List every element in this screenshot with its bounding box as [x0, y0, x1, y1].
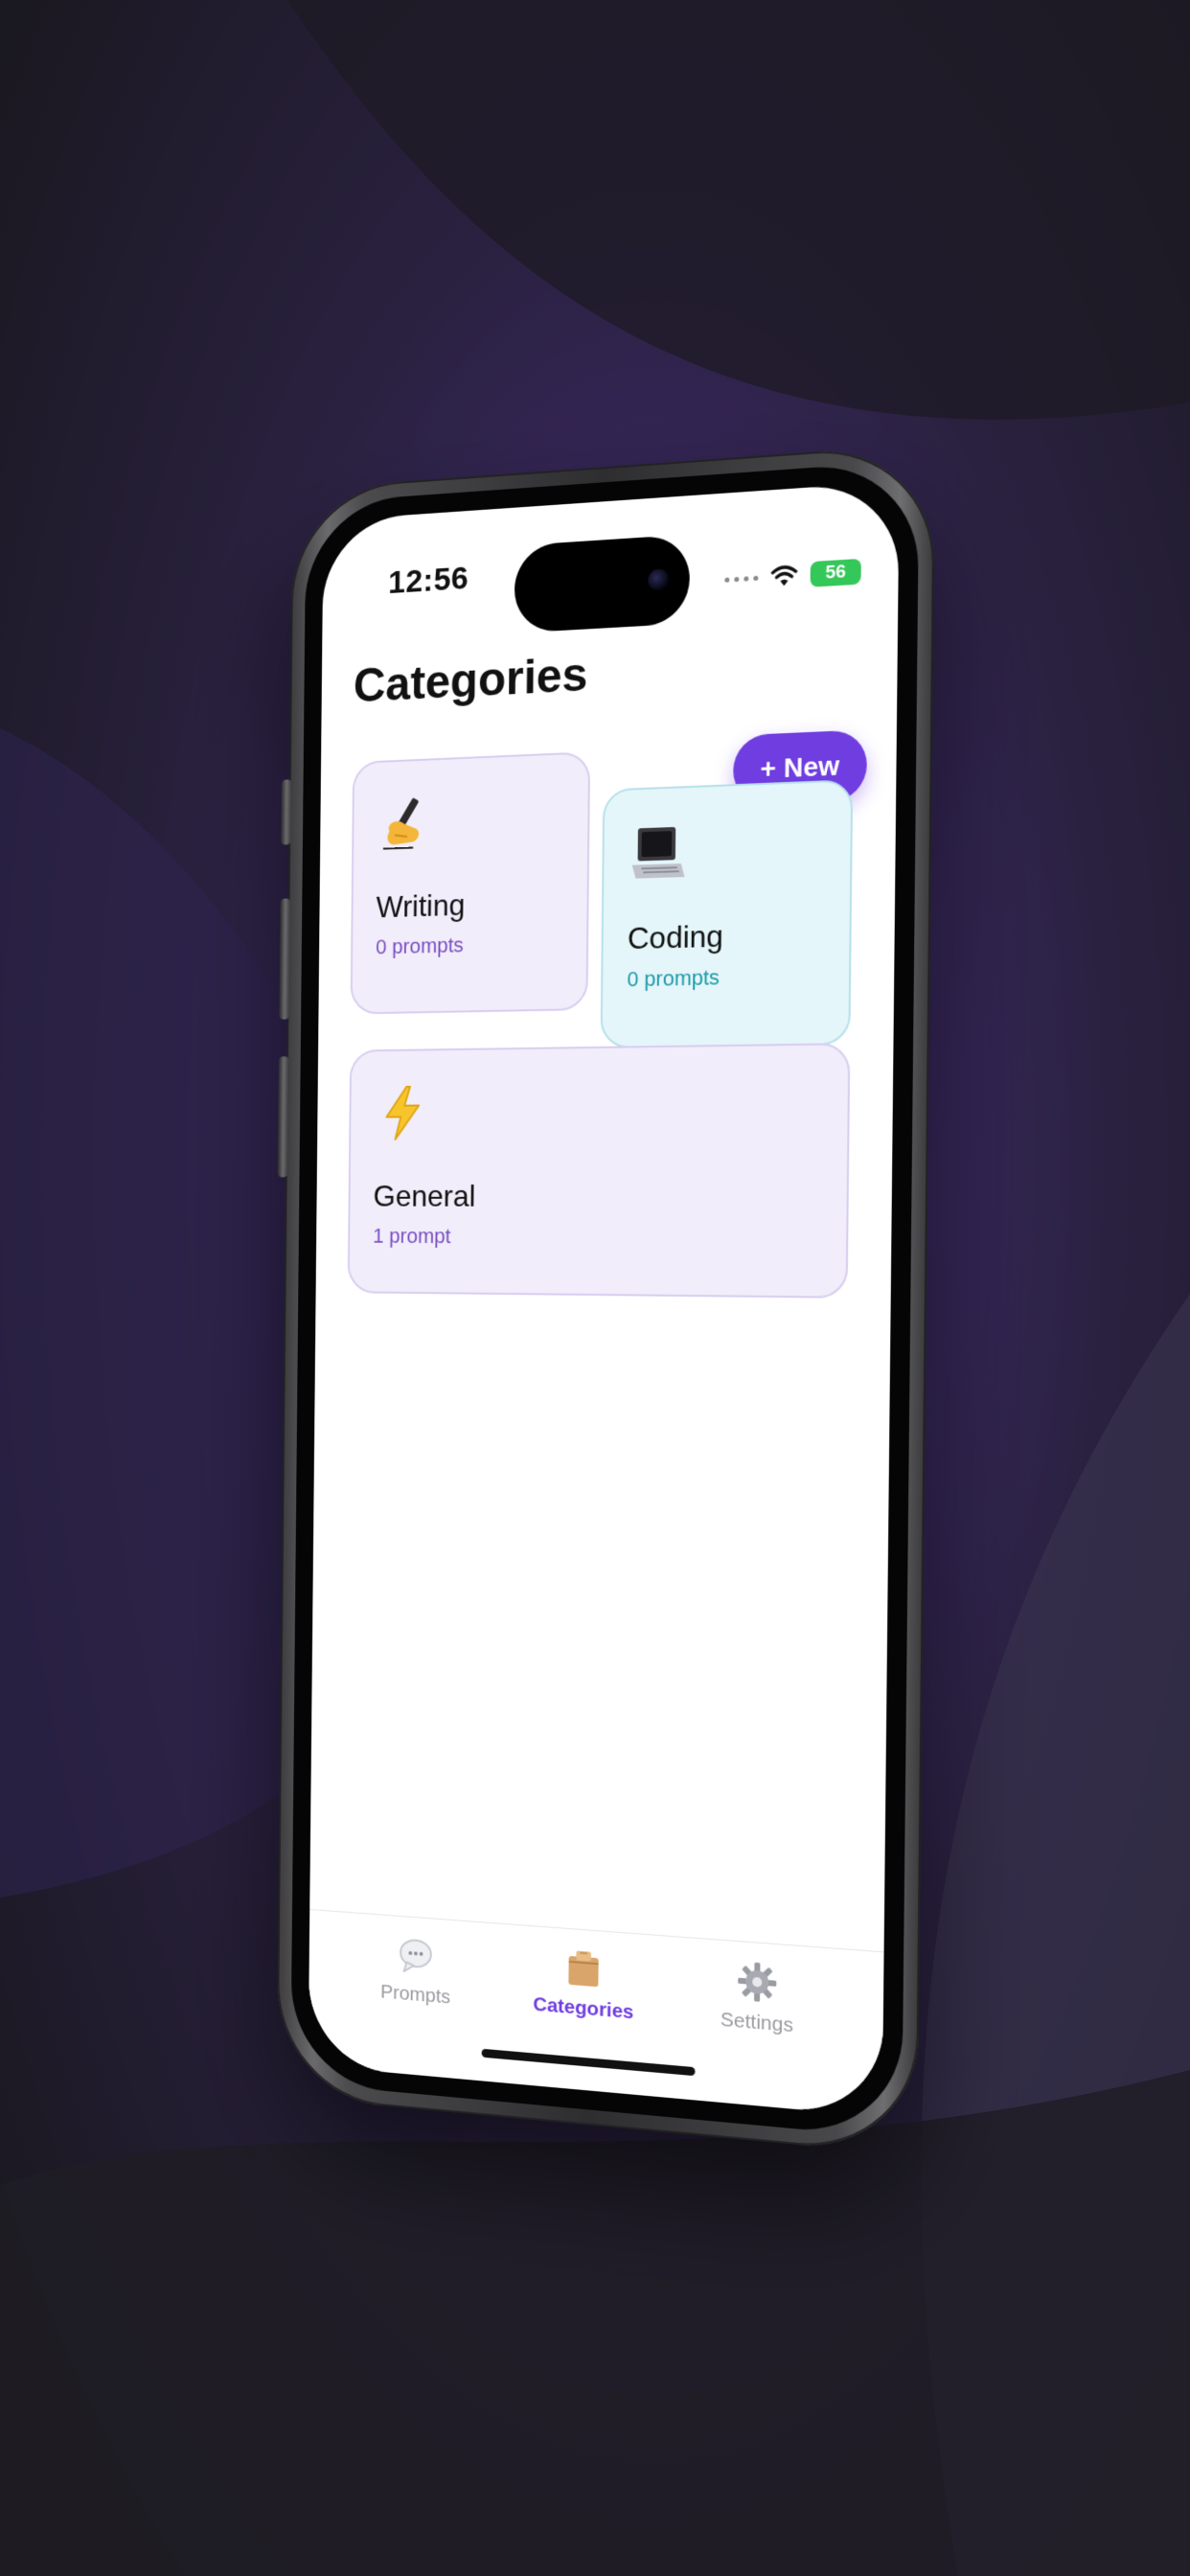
category-card-general[interactable]: General 1 prompt: [347, 1043, 851, 1299]
action-button: [281, 779, 292, 845]
status-indicators: 56: [724, 558, 861, 592]
app-screen: 12:56 56 Categories + New Writing 0 prom…: [308, 481, 900, 2118]
folder-icon: [563, 1946, 605, 1988]
prompt-count: 0 prompts: [376, 932, 464, 959]
battery-icon: 56: [810, 558, 861, 587]
volume-down-button: [277, 1056, 289, 1178]
category-name: Writing: [376, 887, 466, 925]
wifi-icon: [769, 564, 798, 586]
category-name: General: [373, 1179, 476, 1213]
laptop-icon: [629, 820, 690, 885]
status-time: 12:56: [388, 560, 469, 601]
speech-bubble-icon: [396, 1933, 436, 1977]
front-camera-icon: [648, 568, 670, 591]
tab-label: Settings: [720, 2008, 794, 2037]
prompt-count: 0 prompts: [627, 965, 721, 992]
writing-hand-icon: [377, 793, 434, 855]
category-name: Coding: [627, 918, 724, 956]
tab-settings[interactable]: Settings: [680, 1955, 835, 2041]
cellular-signal-icon: [724, 575, 759, 583]
volume-up-button: [279, 898, 291, 1020]
category-card-coding[interactable]: Coding 0 prompts: [600, 779, 854, 1048]
phone-mockup: 12:56 56 Categories + New Writing 0 prom…: [276, 443, 936, 2156]
category-card-writing[interactable]: Writing 0 prompts: [350, 751, 591, 1015]
dynamic-island: [514, 534, 691, 633]
tab-label: Prompts: [379, 1980, 451, 2009]
tab-categories[interactable]: Categories: [510, 1942, 659, 2026]
gear-icon: [738, 1962, 777, 2002]
prompt-count: 1 prompt: [373, 1224, 451, 1249]
page-title: Categories: [353, 647, 588, 713]
tab-prompts[interactable]: Prompts: [344, 1929, 488, 2012]
tab-label: Categories: [533, 1992, 634, 2024]
lightning-icon: [374, 1083, 431, 1143]
